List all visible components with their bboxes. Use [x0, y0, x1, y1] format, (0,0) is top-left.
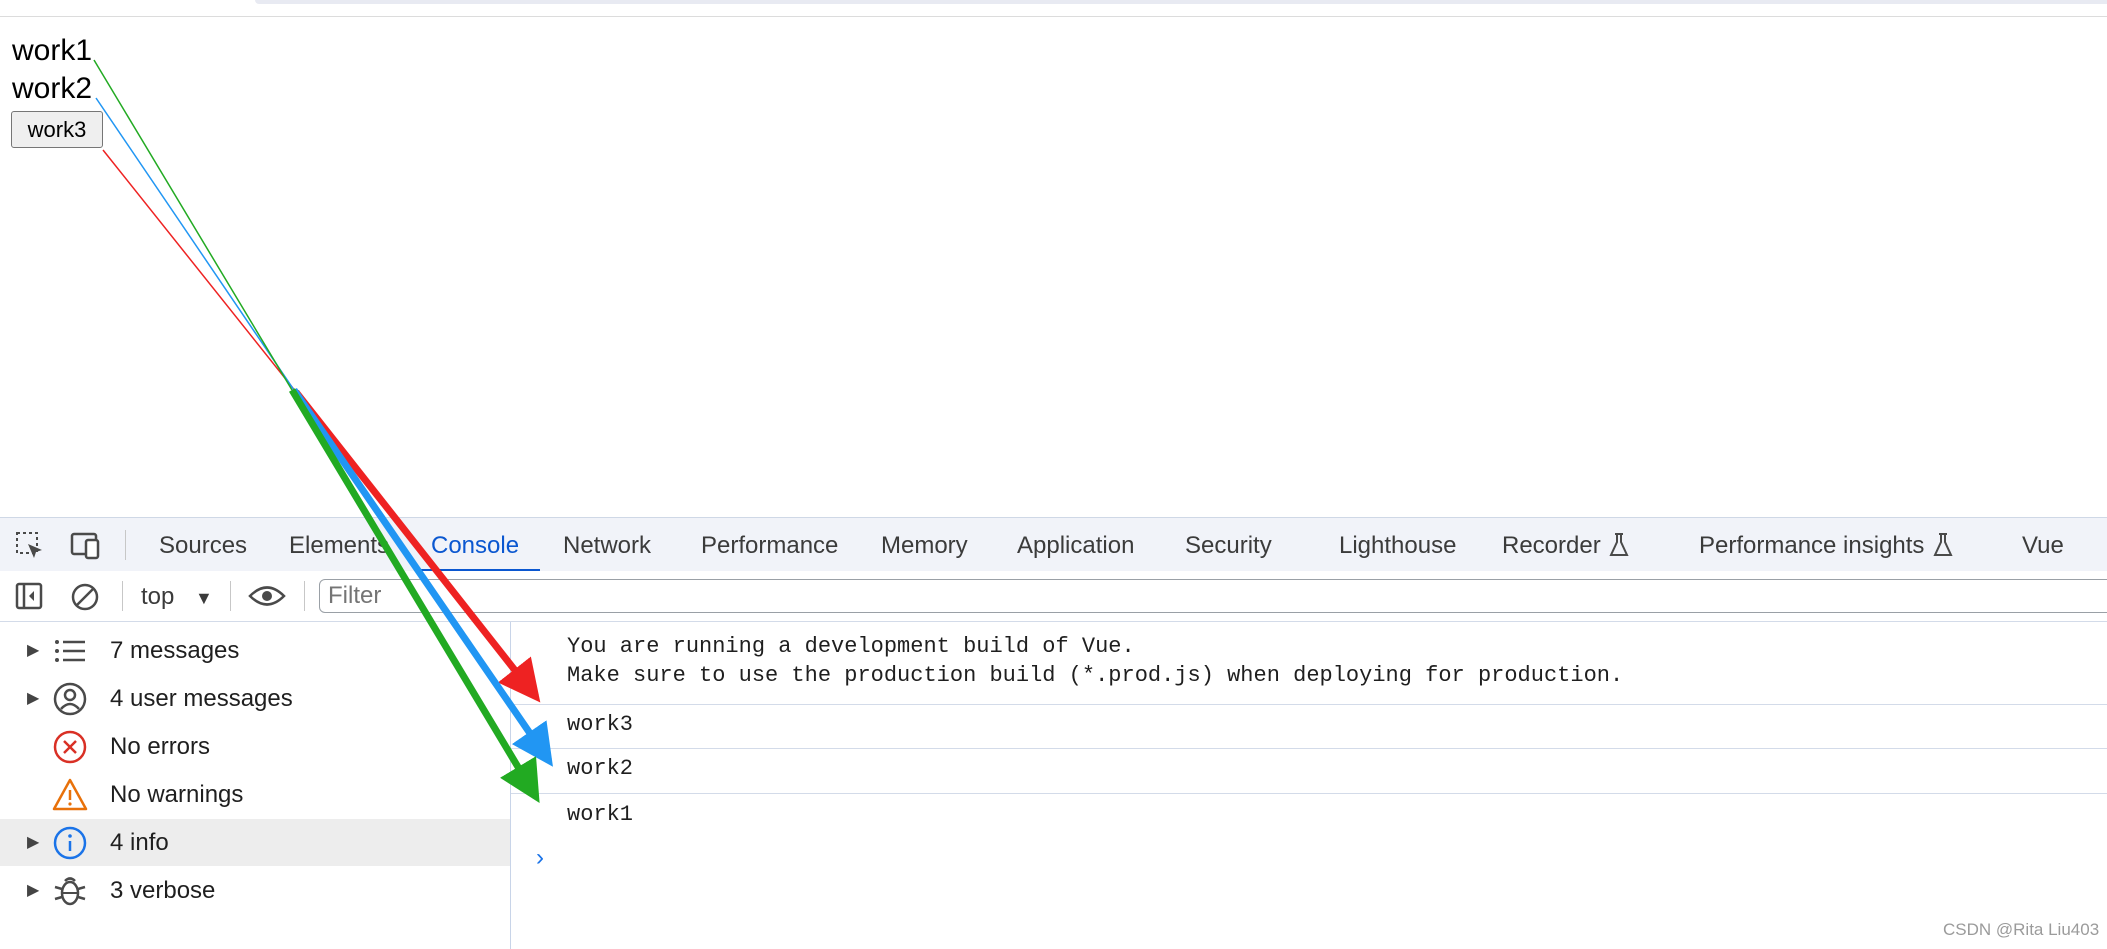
annotation-arrows: [93, 59, 553, 804]
arrow-work1: [93, 59, 540, 804]
watermark: CSDN @Rita Liu403: [1943, 920, 2100, 939]
arrow-work2: [95, 97, 553, 767]
